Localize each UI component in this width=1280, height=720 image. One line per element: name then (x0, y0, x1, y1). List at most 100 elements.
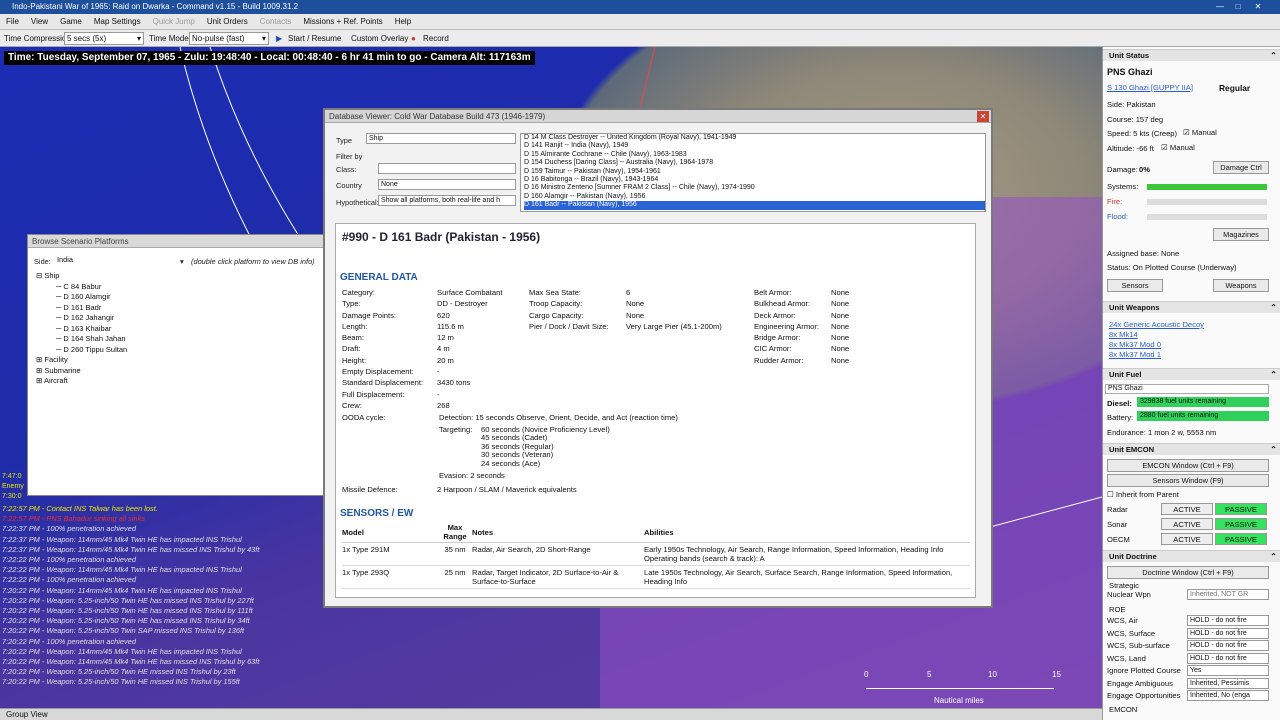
scale-unit: Nautical miles (934, 696, 984, 705)
emcon-sonar-passive[interactable]: PASSIVE (1215, 518, 1267, 530)
tree-item[interactable]: ─ D 161 Badr (36, 303, 127, 314)
weapon-link[interactable]: 8x Mk37 Mod 0 (1109, 340, 1204, 350)
doctrine-select[interactable]: Inherited, No (enga (1187, 690, 1269, 701)
tree-item[interactable]: ─ D 160 Alamgir (36, 292, 127, 303)
close-icon[interactable]: ✕ (1250, 0, 1266, 14)
doctrine-select[interactable]: Yes (1187, 665, 1269, 676)
tree-item[interactable]: ─ C 84 Babur (36, 282, 127, 293)
magazines-button[interactable]: Magazines (1213, 228, 1269, 241)
emcon-radar-active[interactable]: ACTIVE (1161, 503, 1213, 515)
hypothetical-select[interactable]: Show all platforms, both real-life and h (378, 195, 516, 206)
platform-list-row[interactable]: D 16 Babitonga -- Brazil (Navy), 1943-19… (524, 176, 985, 184)
tree-category[interactable]: ⊞ Submarine (36, 366, 127, 377)
tree-item[interactable]: ─ D 162 Jahangir (36, 313, 127, 324)
play-icon[interactable]: ▶ (276, 30, 282, 47)
table-cell: Radar, Target Indicator, 2D Surface-to-A… (472, 565, 644, 589)
weapon-link[interactable]: 24x Generic Acoustic Decoy (1109, 320, 1204, 330)
hypothetical-label: Hypothetical: (336, 198, 379, 207)
menu-view[interactable]: View (25, 14, 54, 30)
spec-value: None (831, 288, 850, 297)
menu-contacts[interactable]: Contacts (254, 14, 298, 30)
alt-manual-checkbox[interactable]: ☑ Manual (1161, 143, 1195, 152)
log-message: 7:20:22 PM - Weapon: 5.25-inch/50 Twin H… (2, 595, 254, 605)
platform-list-row[interactable]: D 16 Ministro Zenteno [Sumner FRAM 2 Cla… (524, 184, 985, 192)
unit-doctrine-header[interactable]: Unit Doctrine ⌃ (1103, 550, 1280, 562)
tree-category[interactable]: ⊞ Aircraft (36, 376, 127, 387)
platform-list-row[interactable]: D 159 Taimur -- Pakistan (Navy), 1954-19… (524, 168, 985, 176)
weapon-link[interactable]: 8x Mk37 Mod 1 (1109, 350, 1204, 360)
platform-list-row[interactable]: D 141 Ranjit -- India (Navy), 1949 (524, 142, 985, 150)
type-select[interactable]: Ship (366, 133, 516, 144)
spec-value: - (437, 389, 440, 399)
chevron-up-icon[interactable]: ⌃ (1270, 50, 1277, 62)
doctrine-select[interactable]: HOLD - do not fire (1187, 627, 1269, 639)
doctrine-select[interactable]: HOLD - do not fire (1187, 640, 1269, 651)
platform-list-row[interactable]: D 161 Badr -- Pakistan (Navy), 1956 (524, 201, 985, 210)
chevron-up-icon[interactable]: ⌃ (1270, 444, 1277, 456)
unit-fuel-header[interactable]: Unit Fuel ⌃ (1103, 368, 1280, 380)
platform-list[interactable]: D 14 M Class Destroyer -- United Kingdom… (520, 133, 986, 212)
menu-map-settings[interactable]: Map Settings (88, 14, 147, 30)
side-select[interactable]: India (55, 255, 187, 266)
class-input[interactable] (378, 163, 516, 174)
tree-category[interactable]: ⊟ Ship (36, 271, 127, 282)
menu-missions[interactable]: Missions + Ref. Points (297, 14, 388, 30)
minimize-icon[interactable]: — (1212, 0, 1228, 14)
sensors-window-button[interactable]: Sensors Window (F9) (1107, 474, 1269, 487)
emcon-oecm-passive[interactable]: PASSIVE (1215, 533, 1267, 545)
country-select[interactable]: None (378, 179, 516, 190)
unit-weapons-header[interactable]: Unit Weapons ⌃ (1103, 301, 1280, 313)
custom-overlay-button[interactable]: Custom Overlay (351, 30, 408, 47)
doctrine-select[interactable]: HOLD - do not fire (1187, 652, 1269, 664)
log-message: 7:20:22 PM - Weapon: 114mm/45 Mk4 Twin H… (2, 585, 242, 595)
spec-label: Max Sea State: (529, 288, 581, 297)
time-mode-select[interactable]: No-pulse (fast) (189, 32, 269, 45)
menu-game[interactable]: Game (54, 14, 88, 30)
time-compression-select[interactable]: 5 secs (5x) (64, 32, 144, 45)
unit-status-header[interactable]: Unit Status ⌃ (1103, 49, 1280, 61)
spec-value: None (831, 310, 850, 320)
doctrine-select[interactable]: HOLD - do not fire (1187, 615, 1269, 626)
weapons-button[interactable]: Weapons (1213, 279, 1269, 292)
close-icon[interactable]: ✕ (977, 111, 989, 122)
ooda-values: Detection: 15 seconds Observe, Orient, D… (439, 413, 678, 480)
menu-help[interactable]: Help (389, 14, 417, 30)
platform-list-row[interactable]: D 160 Alamgir -- Pakistan (Navy), 1956 (524, 193, 985, 201)
menu-file[interactable]: File (0, 14, 25, 30)
start-resume-button[interactable]: Start / Resume (288, 30, 341, 47)
unit-class-link[interactable]: S 130 Ghazi [GUPPY IIA] (1107, 83, 1193, 92)
doctrine-window-button[interactable]: Doctrine Window (Ctrl + F9) (1107, 566, 1269, 579)
nuclear-select[interactable]: Inherited, NOT GR (1187, 589, 1269, 600)
doctrine-select[interactable]: Inherited, Pessimis (1187, 677, 1269, 689)
chevron-up-icon[interactable]: ⌃ (1270, 302, 1277, 314)
expand-icon[interactable]: ⊞ (36, 376, 44, 385)
emcon-radar-passive[interactable]: PASSIVE (1215, 503, 1267, 515)
platform-list-row[interactable]: D 154 Duchess [Daring Class] -- Australi… (524, 159, 985, 167)
emcon-oecm-active[interactable]: ACTIVE (1161, 533, 1213, 545)
platform-list-row[interactable]: D 14 M Class Destroyer -- United Kingdom… (524, 134, 985, 142)
emcon-sonar-active[interactable]: ACTIVE (1161, 518, 1213, 530)
tree-item[interactable]: ─ D 163 Khaibar (36, 324, 127, 335)
record-button[interactable]: Record (423, 30, 449, 47)
tree-item[interactable]: ─ D 164 Shah Jahan (36, 334, 127, 345)
damage-control-button[interactable]: Damage Ctrl (1213, 161, 1269, 174)
maximize-icon[interactable]: □ (1230, 0, 1246, 14)
record-icon[interactable]: ● (411, 30, 416, 47)
tree-category[interactable]: ⊞ Facility (36, 355, 127, 366)
log-message: 7:22:57 PM - PNS Bahadur sinking all sin… (2, 514, 145, 524)
menu-quick-jump[interactable]: Quick Jump (147, 14, 201, 30)
emcon-window-button[interactable]: EMCON Window (Ctrl + F9) (1107, 459, 1269, 472)
speed-manual-checkbox[interactable]: ☑ Manual (1183, 128, 1217, 137)
platform-list-row[interactable]: D 15 Almirante Cochrane -- Chile (Navy),… (524, 151, 985, 159)
chevron-up-icon[interactable]: ⌃ (1270, 369, 1277, 381)
tree-item[interactable]: ─ D 260 Tippu Sultan (36, 345, 127, 356)
platform-tree: ⊟ Ship ─ C 84 Babur ─ D 160 Alamgir ─ D 161… (36, 271, 127, 387)
menu-unit-orders[interactable]: Unit Orders (201, 14, 254, 30)
weapon-link[interactable]: 8x Mk14 (1109, 330, 1204, 340)
unit-emcon-header[interactable]: Unit EMCON ⌃ (1103, 443, 1280, 455)
sensors-button[interactable]: Sensors (1107, 279, 1163, 292)
log-message: 7:20:22 PM - Weapon: 5.25-inch/50 Twin H… (2, 606, 253, 616)
inherit-checkbox[interactable]: ☐ Inherit from Parent (1107, 490, 1179, 499)
chevron-down-icon[interactable]: ▾ (180, 257, 184, 266)
chevron-up-icon[interactable]: ⌃ (1270, 551, 1277, 563)
